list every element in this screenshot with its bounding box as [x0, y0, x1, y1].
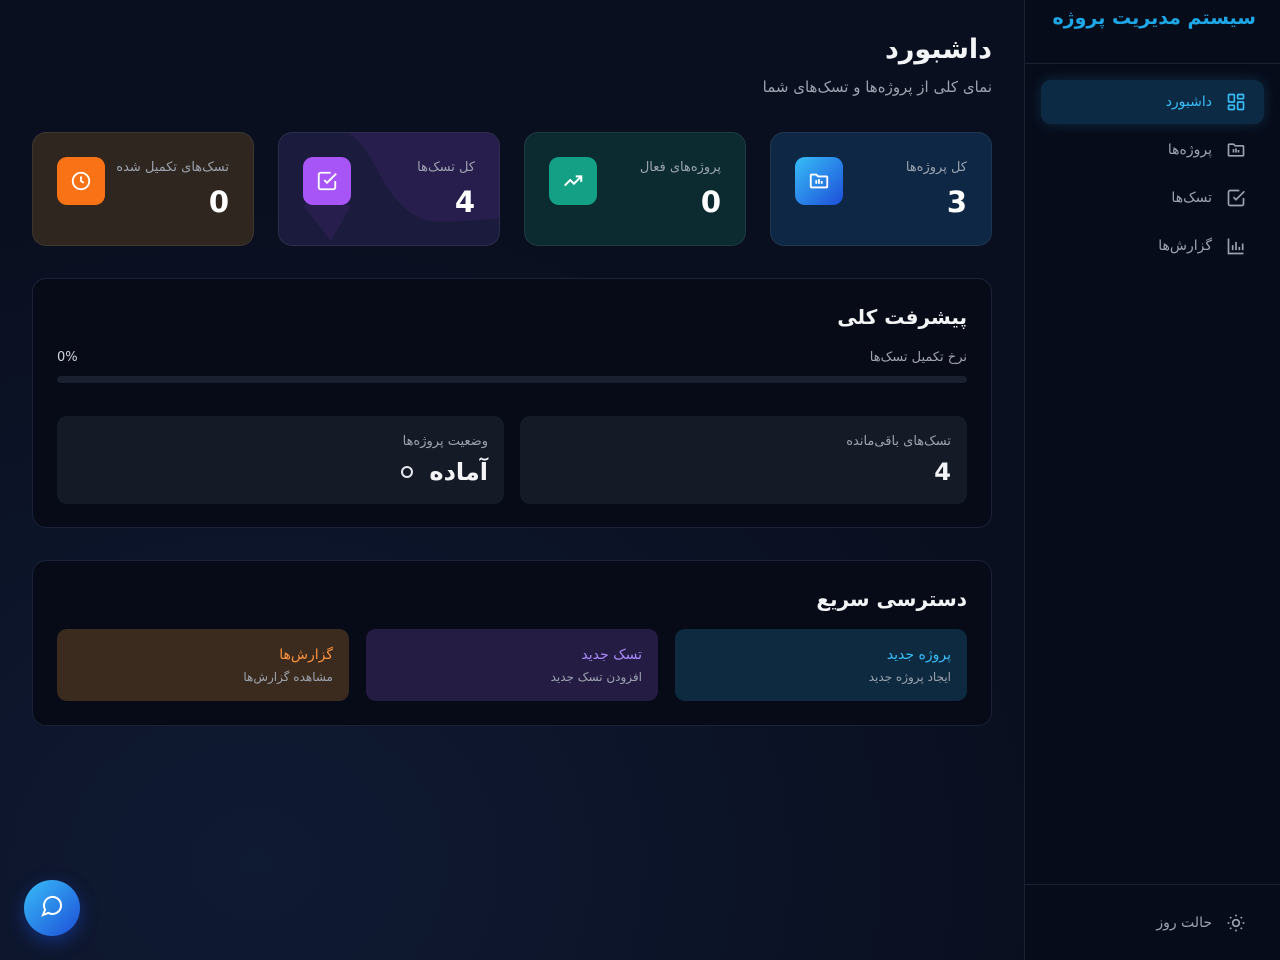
sidebar-item-label: داشبورد: [1165, 94, 1212, 110]
progress-title: پیشرفت کلی: [837, 305, 967, 329]
project-status-label: وضعیت پروژه‌ها: [402, 434, 488, 449]
sidebar-item-label: گزارش‌ها: [1158, 238, 1212, 254]
remaining-tasks-box: تسک‌های باقی‌مانده 4: [520, 416, 967, 504]
page-title: داشبورد: [884, 34, 992, 65]
dashboard-icon: [1226, 92, 1246, 112]
bar-chart-icon: [1226, 236, 1246, 256]
status-circle-icon: [401, 466, 414, 478]
sidebar-item-reports[interactable]: گزارش‌ها: [1041, 224, 1264, 268]
sidebar-item-tasks[interactable]: تسک‌ها: [1041, 176, 1264, 220]
stat-label: تسک‌های تکمیل شده: [116, 160, 229, 175]
remaining-tasks-value: 4: [934, 458, 951, 486]
stat-card-completed-tasks[interactable]: تسک‌های تکمیل شده 0: [32, 132, 254, 246]
clock-icon: [57, 157, 105, 205]
quick-access-card: دسترسی سریع پروژه جدید ایجاد پروژه جدید …: [32, 560, 992, 726]
quick-item-title: گزارش‌ها: [279, 647, 333, 663]
stat-label: کل پروژه‌ها: [905, 160, 967, 175]
sidebar-item-dashboard[interactable]: داشبورد: [1041, 80, 1264, 124]
overall-progress-card: پیشرفت کلی نرخ تکمیل تسک‌ها 0% تسک‌های ب…: [32, 278, 992, 528]
stat-card-total-tasks[interactable]: کل تسک‌ها 4: [278, 132, 500, 246]
stats-row: کل پروژه‌ها 3 پروژه‌های فعال 0 کل تسک‌ها…: [32, 132, 992, 246]
stat-label: کل تسک‌ها: [417, 160, 475, 175]
stat-value: 4: [454, 185, 475, 219]
quick-item-title: تسک جدید: [581, 647, 642, 663]
sidebar-item-projects[interactable]: پروژه‌ها: [1041, 128, 1264, 172]
chat-button[interactable]: [24, 880, 80, 936]
completion-rate-value: 0%: [57, 350, 78, 365]
stat-value: 0: [700, 185, 721, 219]
trending-up-icon: [549, 157, 597, 205]
sidebar: سیستم مدیریت پروژه داشبورد پروژه‌ها تسک‌…: [1024, 0, 1280, 960]
quick-new-task-button[interactable]: تسک جدید افزودن تسک جدید: [366, 629, 658, 701]
sidebar-nav: داشبورد پروژه‌ها تسک‌ها گزارش‌ها: [1025, 64, 1280, 288]
stat-value: 0: [208, 185, 229, 219]
completion-rate-label: نرخ تکمیل تسک‌ها: [869, 350, 967, 365]
page-subtitle: نمای کلی از پروژه‌ها و تسک‌های شما: [762, 78, 992, 96]
quick-reports-button[interactable]: گزارش‌ها مشاهده گزارش‌ها: [57, 629, 349, 701]
project-status-box: وضعیت پروژه‌ها آماده: [57, 416, 504, 504]
progress-bar: [57, 376, 967, 383]
chat-icon: [40, 894, 64, 922]
theme-toggle-label: حالت روز: [1156, 914, 1212, 931]
folder-icon: [795, 157, 843, 205]
sidebar-item-label: تسک‌ها: [1171, 190, 1212, 206]
theme-toggle[interactable]: حالت روز: [1025, 884, 1280, 960]
checkbox-icon: [303, 157, 351, 205]
folder-icon: [1226, 140, 1246, 160]
quick-item-title: پروژه جدید: [886, 647, 951, 663]
sidebar-item-label: پروژه‌ها: [1167, 142, 1212, 158]
checkbox-icon: [1226, 188, 1246, 208]
quick-access-title: دسترسی سریع: [816, 587, 967, 611]
quick-item-subtitle: مشاهده گزارش‌ها: [243, 670, 333, 684]
remaining-tasks-label: تسک‌های باقی‌مانده: [846, 434, 951, 449]
stat-card-total-projects[interactable]: کل پروژه‌ها 3: [770, 132, 992, 246]
quick-item-subtitle: افزودن تسک جدید: [550, 670, 642, 684]
stat-card-active-projects[interactable]: پروژه‌های فعال 0: [524, 132, 746, 246]
stat-value: 3: [946, 185, 967, 219]
brand-title: سیستم مدیریت پروژه: [1025, 0, 1280, 64]
quick-new-project-button[interactable]: پروژه جدید ایجاد پروژه جدید: [675, 629, 967, 701]
stat-label: پروژه‌های فعال: [639, 160, 721, 175]
project-status-value: آماده: [429, 458, 488, 486]
sun-icon: [1226, 913, 1246, 933]
quick-item-subtitle: ایجاد پروژه جدید: [868, 670, 951, 684]
